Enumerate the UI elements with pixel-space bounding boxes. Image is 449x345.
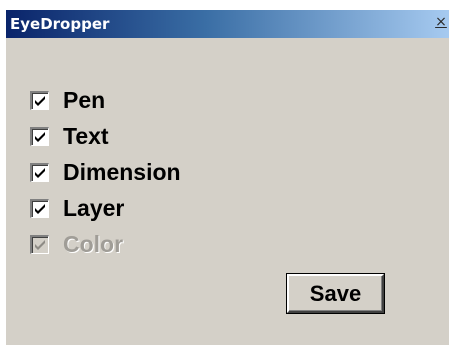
- pen-label: Pen: [63, 86, 106, 113]
- checkmark-icon: [35, 167, 45, 178]
- dimension-checkbox[interactable]: [30, 162, 49, 182]
- layer-label: Layer: [63, 194, 125, 221]
- option-color: Color: [30, 226, 181, 262]
- option-text[interactable]: Text: [30, 118, 181, 154]
- option-pen[interactable]: Pen: [30, 82, 181, 118]
- color-label: Color: [63, 230, 124, 257]
- dimension-label: Dimension: [63, 158, 181, 185]
- text-checkbox[interactable]: [30, 126, 49, 146]
- option-dimension[interactable]: Dimension: [30, 154, 181, 190]
- eyedropper-dialog: EyeDropper × Pen Text Dimension Layer Co…: [6, 10, 449, 345]
- layer-checkbox[interactable]: [30, 198, 49, 218]
- option-list: Pen Text Dimension Layer Color: [30, 82, 181, 262]
- save-button[interactable]: Save: [286, 273, 385, 314]
- text-label: Text: [63, 122, 109, 149]
- pen-checkbox[interactable]: [30, 90, 49, 110]
- color-checkbox: [30, 234, 49, 254]
- option-layer[interactable]: Layer: [30, 190, 181, 226]
- checkmark-icon: [35, 131, 45, 142]
- window-title: EyeDropper: [10, 15, 110, 33]
- checkmark-icon: [35, 203, 45, 214]
- checkmark-icon: [35, 239, 45, 250]
- checkmark-icon: [35, 95, 45, 106]
- title-bar[interactable]: EyeDropper ×: [6, 10, 449, 38]
- close-icon[interactable]: ×: [434, 15, 448, 31]
